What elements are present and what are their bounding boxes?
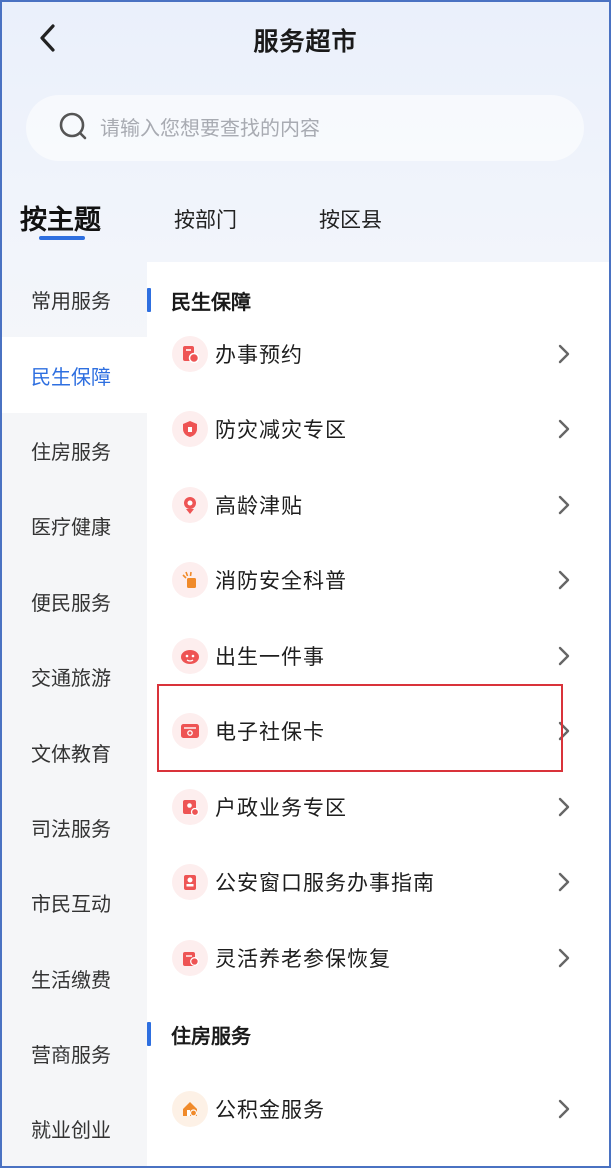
police-icon <box>172 864 208 900</box>
sidebar-item-payment[interactable]: 生活缴费 <box>0 941 147 1016</box>
chevron-right-icon <box>558 344 570 364</box>
service-row-elderly-allowance[interactable]: 高龄津贴 <box>147 475 611 535</box>
service-label: 防灾减灾专区 <box>215 418 347 442</box>
shield-icon <box>172 411 208 447</box>
section-header: 民生保障 <box>147 286 251 314</box>
sidebar-item-housing[interactable]: 住房服务 <box>0 413 147 488</box>
elderly-icon <box>172 487 208 523</box>
active-tab-indicator <box>39 236 85 240</box>
page-title: 服务超市 <box>253 27 358 56</box>
section-marker <box>147 288 151 312</box>
service-row-social-security-card[interactable]: 电子社保卡 <box>147 701 611 761</box>
sidebar-item-culture[interactable]: 文体教育 <box>0 714 147 789</box>
service-row-pension-recovery[interactable]: 灵活养老参保恢复 <box>147 928 611 988</box>
search-icon <box>58 111 92 145</box>
chevron-right-icon <box>558 646 570 666</box>
household-icon <box>172 789 208 825</box>
sidebar-item-convenience[interactable]: 便民服务 <box>0 564 147 639</box>
sidebar-item-medical[interactable]: 医疗健康 <box>0 488 147 563</box>
appointment-icon <box>172 336 208 372</box>
service-label: 出生一件事 <box>215 645 325 669</box>
service-row-birth-matters[interactable]: 出生一件事 <box>147 626 611 686</box>
chevron-right-icon <box>558 419 570 439</box>
chevron-right-icon <box>558 948 570 968</box>
tab-by-department[interactable]: 按部门 <box>174 204 237 234</box>
tab-bar: 按主题 按部门 按区县 <box>0 190 611 250</box>
card-icon <box>172 713 208 749</box>
sidebar-item-interaction[interactable]: 市民互动 <box>0 865 147 940</box>
service-label: 高龄津贴 <box>215 494 303 518</box>
chevron-right-icon <box>558 797 570 817</box>
search-input[interactable] <box>100 116 540 140</box>
service-label: 电子社保卡 <box>215 720 325 744</box>
service-label: 灵活养老参保恢复 <box>215 947 391 971</box>
service-label: 办事预约 <box>215 343 303 367</box>
service-row-household-registration[interactable]: 户政业务专区 <box>147 777 611 837</box>
section-marker <box>147 1022 151 1046</box>
header: 服务超市 <box>0 0 611 78</box>
sidebar-item-livelihood[interactable]: 民生保障 <box>0 337 147 413</box>
service-row-appointment[interactable]: 办事预约 <box>147 324 611 384</box>
chevron-right-icon <box>558 495 570 515</box>
section-header: 住房服务 <box>147 1020 251 1048</box>
chevron-right-icon <box>558 721 570 741</box>
chevron-right-icon <box>558 872 570 892</box>
fire-safety-icon <box>172 562 208 598</box>
tab-by-district[interactable]: 按区县 <box>319 204 382 234</box>
chevron-right-icon <box>558 570 570 590</box>
sidebar-item-business[interactable]: 营商服务 <box>0 1016 147 1091</box>
category-sidebar: 常用服务 民生保障 住房服务 医疗健康 便民服务 交通旅游 文体教育 司法服务 … <box>0 262 147 1168</box>
sidebar-item-common[interactable]: 常用服务 <box>0 262 147 337</box>
section-title: 民生保障 <box>171 289 251 314</box>
pension-icon <box>172 940 208 976</box>
sidebar-item-transport[interactable]: 交通旅游 <box>0 639 147 714</box>
housing-fund-icon <box>172 1091 208 1127</box>
tab-by-theme[interactable]: 按主题 <box>20 198 101 237</box>
baby-icon <box>172 638 208 674</box>
service-label: 消防安全科普 <box>215 569 347 593</box>
service-row-housing-fund[interactable]: 公积金服务 <box>147 1079 611 1139</box>
service-list-panel: 民生保障 办事预约 防灾减灾专区 高龄津贴 消防安全科普 出生一件事 电子社保卡… <box>147 262 611 1168</box>
chevron-right-icon <box>558 1099 570 1119</box>
sidebar-item-judicial[interactable]: 司法服务 <box>0 790 147 865</box>
service-label: 户政业务专区 <box>215 796 347 820</box>
service-row-police-guide[interactable]: 公安窗口服务办事指南 <box>147 852 611 912</box>
service-label: 公安窗口服务办事指南 <box>215 871 435 895</box>
service-row-disaster-prevention[interactable]: 防灾减灾专区 <box>147 399 611 459</box>
search-bar[interactable] <box>26 95 584 161</box>
service-label: 公积金服务 <box>215 1098 325 1122</box>
service-row-fire-safety[interactable]: 消防安全科普 <box>147 550 611 610</box>
sidebar-item-employment[interactable]: 就业创业 <box>0 1091 147 1166</box>
section-title: 住房服务 <box>171 1023 251 1048</box>
